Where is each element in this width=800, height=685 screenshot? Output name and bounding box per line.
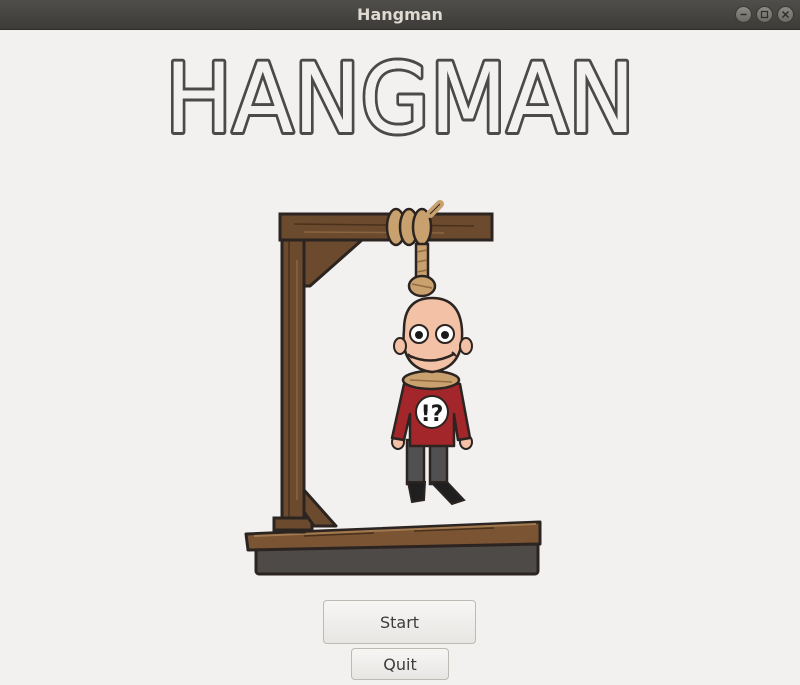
minimize-button[interactable] [735,6,752,23]
start-button[interactable]: Start [323,600,476,644]
minimize-icon [740,13,747,16]
close-button[interactable] [777,6,794,23]
game-title-fill: HANGMAN [165,43,635,148]
maximize-icon [760,10,769,19]
shirt-symbol: !? [421,402,444,427]
window-title: Hangman [357,5,443,24]
quit-button[interactable]: Quit [351,648,449,680]
game-title: HANGMAN HANGMAN [0,38,800,148]
window-titlebar[interactable]: Hangman [0,0,800,30]
close-icon [782,11,789,18]
hangman-gallows-illustration: !? [244,200,542,576]
app-window: Hangman HANGMAN HANGMAN !? Start Quit [0,0,800,685]
game-title-lettering: HANGMAN HANGMAN [162,40,638,148]
hanged-character: !? [390,296,473,506]
maximize-button[interactable] [756,6,773,23]
window-controls [735,6,794,23]
